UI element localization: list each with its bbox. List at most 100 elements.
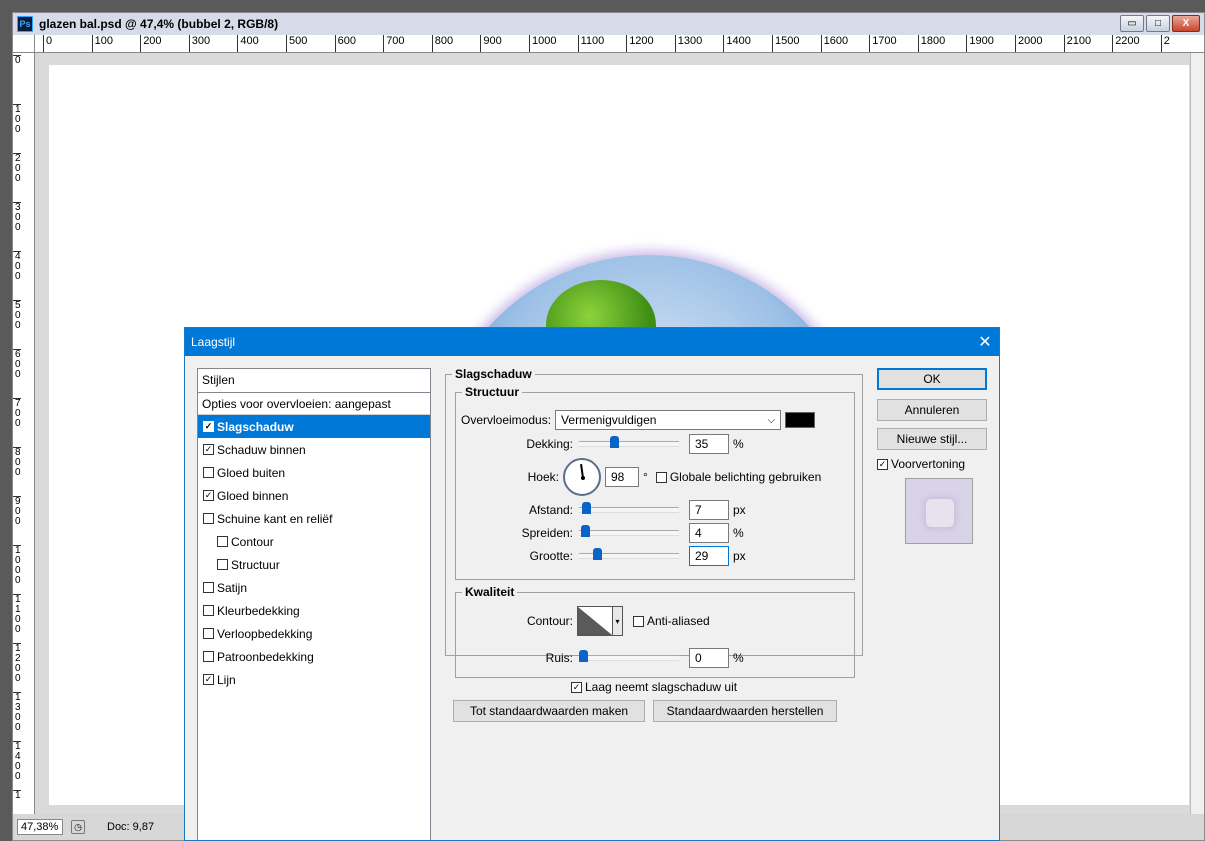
ruler-tick-label: 1000 xyxy=(529,35,556,52)
ruler-tick-label: 1400 xyxy=(723,35,751,52)
opacity-unit: % xyxy=(733,437,744,451)
style-item-checkbox[interactable]: ✓ xyxy=(203,674,214,685)
photoshop-icon: Ps xyxy=(17,16,33,32)
distance-slider[interactable] xyxy=(579,502,679,514)
noise-label: Ruis: xyxy=(545,651,573,665)
style-item[interactable]: Contour xyxy=(198,530,430,553)
new-style-button[interactable]: Nieuwe stijl... xyxy=(877,428,987,450)
style-list: ✓ Slagschaduw ✓ Schaduw binnen Gloed buiten ✓… xyxy=(198,415,430,691)
style-item[interactable]: Gloed buiten xyxy=(198,461,430,484)
maximize-button[interactable]: □ xyxy=(1146,15,1170,32)
anti-aliased-checkbox[interactable] xyxy=(633,615,644,627)
close-window-button[interactable]: X xyxy=(1172,15,1200,32)
ruler-tick-label: 500 xyxy=(286,35,307,52)
opacity-slider-thumb[interactable] xyxy=(610,436,619,448)
style-item-label: Schaduw binnen xyxy=(217,442,306,457)
style-item-checkbox[interactable]: ✓ xyxy=(203,444,214,455)
style-item[interactable]: Structuur xyxy=(198,553,430,576)
distance-label: Afstand: xyxy=(528,503,573,517)
blend-mode-label: Overvloeimodus: xyxy=(461,413,552,427)
noise-slider[interactable] xyxy=(579,650,679,662)
size-row: Grootte: 29 px xyxy=(513,546,746,566)
angle-input[interactable]: 98 xyxy=(605,467,639,487)
noise-unit: % xyxy=(733,651,744,665)
style-item-label: Structuur xyxy=(231,557,280,572)
blend-options-item[interactable]: Opties voor overvloeien: aangepast xyxy=(198,393,430,415)
status-info-icon[interactable]: ◷ xyxy=(71,820,85,834)
ruler-tick-label: 600 xyxy=(13,349,21,380)
knockout-row: ✓ Laag neemt slagschaduw uit xyxy=(571,680,737,694)
ruler-tick-label: 1100 xyxy=(13,594,21,635)
style-item-checkbox[interactable] xyxy=(203,582,214,593)
spread-slider-thumb[interactable] xyxy=(581,525,590,537)
ruler-tick-label: 500 xyxy=(13,300,21,331)
style-item-label: Kleurbedekking xyxy=(217,603,300,618)
contour-row: Contour: ▾ Anti-aliased xyxy=(513,606,710,636)
layer-style-dialog: Laagstijl ✕ Stijlen Opties voor overvloe… xyxy=(184,327,1000,841)
horizontal-ruler[interactable]: 0 100 200 300 400 500 600 700 800 900 1000 1100 1200… xyxy=(35,35,1204,53)
vertical-scrollbar[interactable] xyxy=(1190,53,1204,814)
style-item[interactable]: ✓ Lijn xyxy=(198,668,430,691)
spread-unit: % xyxy=(733,526,744,540)
contour-dropdown[interactable]: ▾ xyxy=(613,606,623,636)
ruler-tick-label: 600 xyxy=(334,35,356,52)
zoom-level-field[interactable]: 47,38% xyxy=(17,819,63,835)
style-item-checkbox[interactable] xyxy=(217,536,228,547)
spread-slider[interactable] xyxy=(579,525,679,537)
dialog-close-button[interactable]: ✕ xyxy=(971,328,999,356)
make-default-button[interactable]: Tot standaardwaarden maken xyxy=(453,700,645,722)
dialog-title: Laagstijl xyxy=(191,335,236,349)
style-item[interactable]: Schuine kant en reliëf xyxy=(198,507,430,530)
style-item-checkbox[interactable] xyxy=(203,467,214,478)
style-item-checkbox[interactable] xyxy=(203,628,214,639)
opacity-slider[interactable] xyxy=(579,436,679,448)
noise-input[interactable]: 0 xyxy=(689,648,729,668)
blend-mode-value: Vermenigvuldigen xyxy=(561,413,657,427)
distance-input[interactable]: 7 xyxy=(689,500,729,520)
style-item[interactable]: ✓ Schaduw binnen xyxy=(198,438,430,461)
style-item[interactable]: Verloopbedekking xyxy=(198,622,430,645)
style-item-label: Patroonbedekking xyxy=(217,649,314,664)
global-light-checkbox[interactable] xyxy=(655,471,667,483)
shadow-color-swatch[interactable] xyxy=(785,412,816,428)
angle-dial[interactable] xyxy=(563,458,601,496)
style-item-checkbox[interactable] xyxy=(203,513,214,524)
size-input[interactable]: 29 xyxy=(689,546,729,566)
ruler-tick-label: 2000 xyxy=(1015,35,1042,52)
opacity-row: Dekking: 35 % xyxy=(513,434,744,454)
cancel-button[interactable]: Annuleren xyxy=(877,399,987,421)
ok-button[interactable]: OK xyxy=(877,368,987,390)
styles-header[interactable]: Stijlen xyxy=(198,369,430,393)
style-item-checkbox[interactable] xyxy=(203,651,214,662)
ruler-tick-label: 400 xyxy=(237,35,259,52)
opacity-input[interactable]: 35 xyxy=(689,434,729,454)
preview-label: Voorvertoning xyxy=(891,457,966,471)
ruler-corner[interactable] xyxy=(13,35,35,53)
ruler-tick-label: 700 xyxy=(13,398,21,429)
size-label: Grootte: xyxy=(529,549,573,563)
minimize-button[interactable]: ▭ xyxy=(1120,15,1144,32)
style-item[interactable]: ✓ Slagschaduw xyxy=(198,415,430,438)
knockout-checkbox[interactable]: ✓ xyxy=(571,681,582,693)
style-item[interactable]: ✓ Gloed binnen xyxy=(198,484,430,507)
vertical-ruler[interactable]: 0 100 200 300 400 500 600 700 800 900 1000 1100 1200… xyxy=(13,53,35,814)
preview-checkbox[interactable]: ✓ xyxy=(877,458,888,470)
reset-default-button[interactable]: Standaardwaarden herstellen xyxy=(653,700,837,722)
blend-mode-select[interactable]: Vermenigvuldigen ⌵ xyxy=(555,410,782,430)
style-item[interactable]: Kleurbedekking xyxy=(198,599,430,622)
distance-slider-thumb[interactable] xyxy=(582,502,591,514)
style-item[interactable]: Patroonbedekking xyxy=(198,645,430,668)
style-item-checkbox[interactable]: ✓ xyxy=(203,421,214,432)
contour-preview[interactable] xyxy=(577,606,613,636)
style-item-checkbox[interactable]: ✓ xyxy=(203,490,214,501)
style-item-checkbox[interactable] xyxy=(203,605,214,616)
size-slider-thumb[interactable] xyxy=(593,548,602,560)
distance-row: Afstand: 7 px xyxy=(513,500,746,520)
style-item-checkbox[interactable] xyxy=(217,559,228,570)
style-item[interactable]: Satijn xyxy=(198,576,430,599)
spread-input[interactable]: 4 xyxy=(689,523,729,543)
noise-slider-thumb[interactable] xyxy=(579,650,588,662)
size-slider[interactable] xyxy=(579,548,679,560)
drop-shadow-settings: Slagschaduw Structuur Overvloeimodus: Ve… xyxy=(445,366,865,840)
noise-row: Ruis: 0 % xyxy=(513,648,744,668)
